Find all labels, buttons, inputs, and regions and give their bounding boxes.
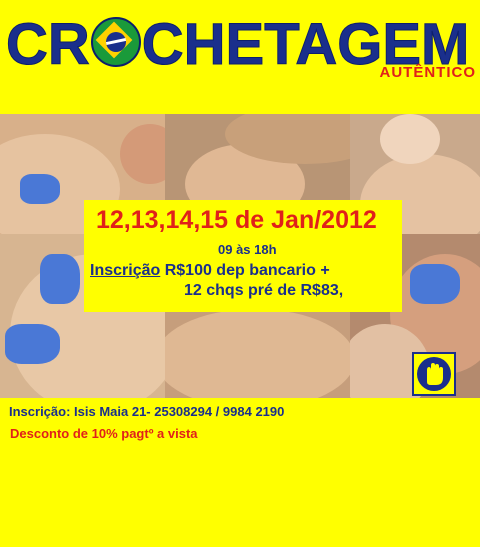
contact-info: Inscrição: Isis Maia 21- 25308294 / 9984… bbox=[9, 404, 285, 419]
header: CR CHETAGEM AUTÊNTICO bbox=[0, 0, 480, 112]
title-text-start: CR bbox=[6, 12, 91, 77]
registration-line: Inscrição R$100 dep bancario + bbox=[90, 262, 330, 280]
hand-logo-icon bbox=[412, 352, 456, 396]
event-dates: 12,13,14,15 de Jan/2012 bbox=[96, 206, 377, 234]
discount-info: Desconto de 10% pagtº a vista bbox=[10, 426, 198, 441]
brand-subtitle: AUTÊNTICO bbox=[379, 64, 476, 81]
event-hours: 09 às 18h bbox=[218, 242, 277, 257]
registration-price: R$100 dep bancario + bbox=[160, 262, 330, 279]
registration-label: Inscrição bbox=[90, 262, 161, 279]
brazil-flag-icon bbox=[90, 17, 141, 67]
photo-tile bbox=[165, 299, 350, 398]
installments-text: 12 chqs pré de R$83, bbox=[184, 282, 344, 299]
